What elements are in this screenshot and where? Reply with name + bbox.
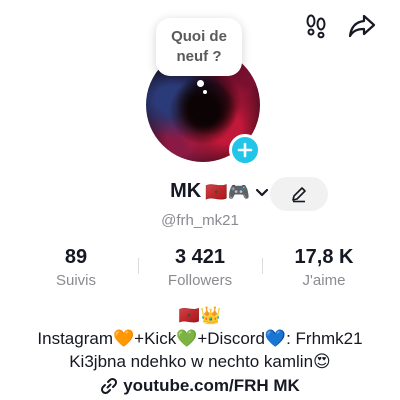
bubble-tail-small	[203, 90, 207, 94]
whats-new-bubble[interactable]: Quoi de neuf ?	[156, 18, 242, 76]
following-count: 89	[64, 246, 88, 268]
bubble-tail	[197, 80, 204, 87]
chevron-down-icon[interactable]	[254, 184, 270, 200]
edit-profile-button[interactable]	[270, 177, 328, 211]
bio-line-3: Ki3jbna ndehko w nechto kamlin😍	[69, 352, 331, 371]
likes-label: J'aime	[302, 272, 346, 289]
profile-name-row[interactable]: MK 🇲🇦🎮	[0, 180, 270, 203]
likes-count: 17,8 K	[294, 246, 354, 268]
profile-stats: 89 Suivis 3 421 Followers 17,8 K J'aime	[0, 244, 400, 294]
profile-handle: @frh_mk21	[161, 212, 239, 229]
profile-link[interactable]: youtube.com/FRH MK	[0, 376, 400, 396]
bio-line-2: Instagram🧡+Kick💚+Discord💙: Frhmk21	[37, 329, 363, 348]
bio-line-1: 🇲🇦👑	[178, 306, 222, 325]
profile-name-emojis: 🇲🇦🎮	[205, 181, 250, 202]
followers-label: Followers	[167, 272, 233, 289]
bubble-line-2: neuf ?	[176, 48, 222, 65]
footprints-icon[interactable]	[302, 12, 330, 40]
profile-link-text: youtube.com/FRH MK	[123, 376, 300, 395]
stat-followers[interactable]: 3 421 Followers	[140, 244, 260, 292]
bubble-line-1: Quoi de	[171, 28, 227, 45]
following-label: Suivis	[55, 272, 96, 289]
stat-divider	[138, 258, 139, 274]
plus-icon	[237, 142, 253, 158]
profile-bio: 🇲🇦👑 Instagram🧡+Kick💚+Discord💙: Frhmk21 K…	[0, 304, 400, 373]
stat-divider	[262, 258, 263, 274]
stat-following[interactable]: 89 Suivis	[16, 244, 136, 292]
stat-likes[interactable]: 17,8 K J'aime	[264, 244, 384, 292]
profile-name: MK	[170, 180, 202, 202]
followers-count: 3 421	[174, 246, 226, 268]
share-arrow-icon[interactable]	[348, 12, 376, 40]
pencil-icon	[292, 187, 306, 203]
link-icon	[101, 377, 118, 395]
add-story-button[interactable]	[229, 134, 261, 166]
